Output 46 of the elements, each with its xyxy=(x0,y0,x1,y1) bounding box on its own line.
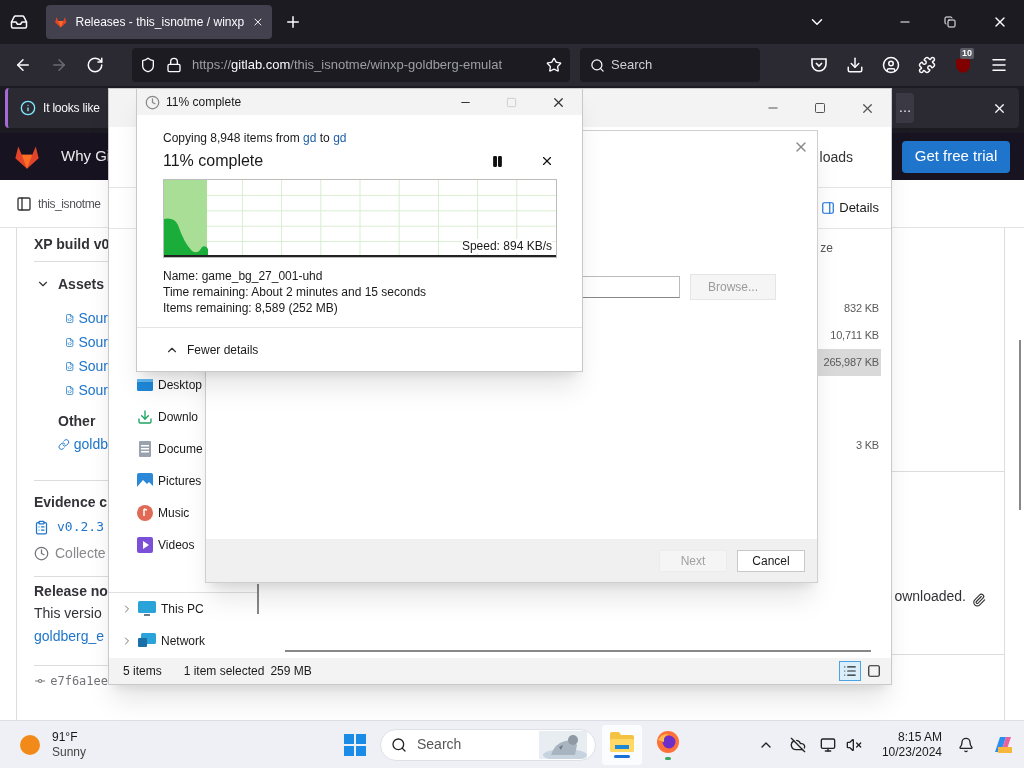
url-text: https://gitlab.com/this_isnotme/winxp-goldberg-emulat xyxy=(192,56,503,75)
collected-text: Collecte xyxy=(55,543,106,563)
taskbar-search-field[interactable]: Search xyxy=(380,728,596,761)
window-title: 11% complete xyxy=(166,94,242,111)
nav-pane-item[interactable]: This PC xyxy=(121,593,263,625)
section-heading: Other xyxy=(58,412,96,431)
evidence-tag[interactable]: v0.2.3 xyxy=(57,517,104,537)
search-field[interactable]: Search xyxy=(580,48,760,82)
free-trial-button[interactable]: Get free trial xyxy=(902,140,1010,173)
progress-heading: 11% complete xyxy=(163,151,265,171)
clock[interactable]: 8:15 AM 10/23/2024 xyxy=(881,729,942,760)
asset-link[interactable]: Sour xyxy=(78,307,108,329)
asset-link[interactable]: goldb xyxy=(73,433,108,455)
release-notes-text: This versio xyxy=(34,603,102,623)
notification-text: It looks like xyxy=(43,100,100,117)
commit-link[interactable]: e7f6a1ee xyxy=(50,672,108,690)
browser-tab[interactable]: Releases - this_isnotme / winxp xyxy=(46,5,272,39)
extension-badge: 10 xyxy=(960,48,974,59)
destination-link[interactable]: gd xyxy=(333,131,347,145)
detail-line: Name: game_bg_27_001-uhd xyxy=(163,268,324,284)
release-notes-link[interactable]: goldberg_e xyxy=(34,625,105,647)
asset-link[interactable]: Sour xyxy=(78,331,108,353)
asset-link[interactable]: Sour xyxy=(78,379,108,401)
address-breadcrumb[interactable]: loads xyxy=(819,146,853,168)
copy-description: Copying 8,948 items from gd to gd xyxy=(163,130,348,147)
status-item-count: 5 items xyxy=(123,663,162,680)
section-heading: Evidence c xyxy=(34,493,108,512)
status-selection: 1 item selected 259 MB xyxy=(183,663,312,680)
asset-link[interactable]: Sour xyxy=(78,355,108,377)
address-bar[interactable]: https://gitlab.com/this_isnotme/winxp-goldberg-emulat xyxy=(132,48,570,82)
fewer-details-button[interactable]: Fewer details xyxy=(165,340,259,359)
detail-line: Time remaining: About 2 minutes and 15 seconds xyxy=(163,284,428,300)
notification-action-button[interactable]: … xyxy=(896,93,914,123)
release-notes-text: ownloaded. xyxy=(894,587,966,606)
breadcrumb-link[interactable]: this_isnotme xyxy=(38,194,101,213)
detail-line: Items remaining: 8,589 (252 MB) xyxy=(163,300,339,316)
weather-temperature: 91°F xyxy=(52,729,79,745)
speed-text: Speed: 894 KB/s xyxy=(461,239,552,253)
weather-condition: Sunny xyxy=(52,744,87,760)
dialog-button[interactable]: Cancel xyxy=(737,549,805,572)
section-heading: Assets xyxy=(58,274,104,294)
nav-pane-item[interactable]: Network xyxy=(121,625,263,657)
column-header[interactable]: ze xyxy=(820,239,833,257)
details-button[interactable]: Details xyxy=(821,198,879,218)
source-link[interactable]: gd xyxy=(303,131,317,145)
section-heading: Release no xyxy=(34,582,108,601)
